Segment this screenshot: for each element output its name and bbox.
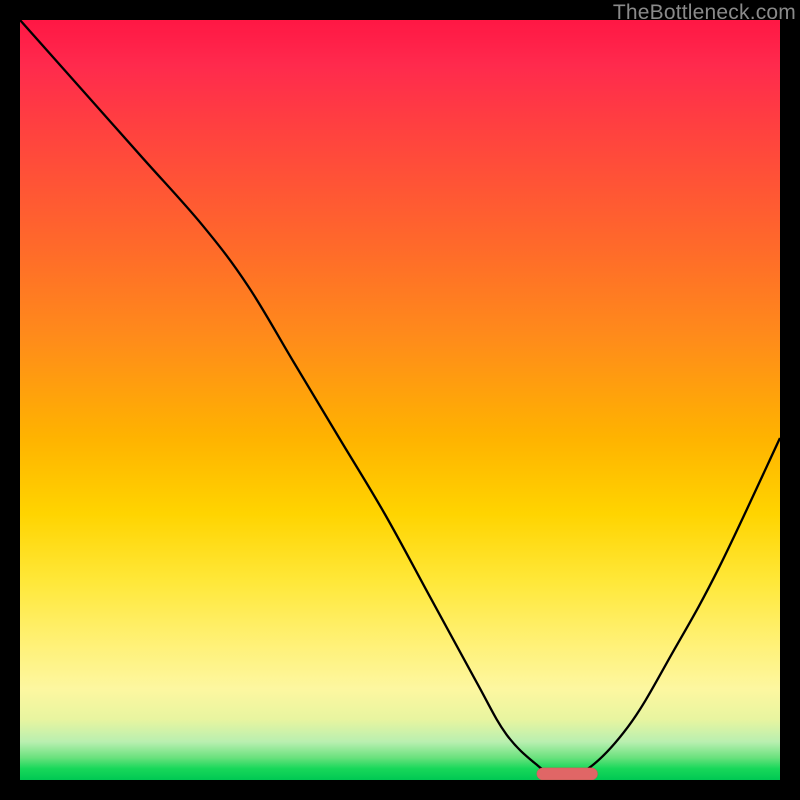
chart-frame: TheBottleneck.com (0, 0, 800, 800)
plot-area (20, 20, 780, 780)
watermark-text: TheBottleneck.com (613, 1, 796, 25)
background-gradient (20, 20, 780, 780)
